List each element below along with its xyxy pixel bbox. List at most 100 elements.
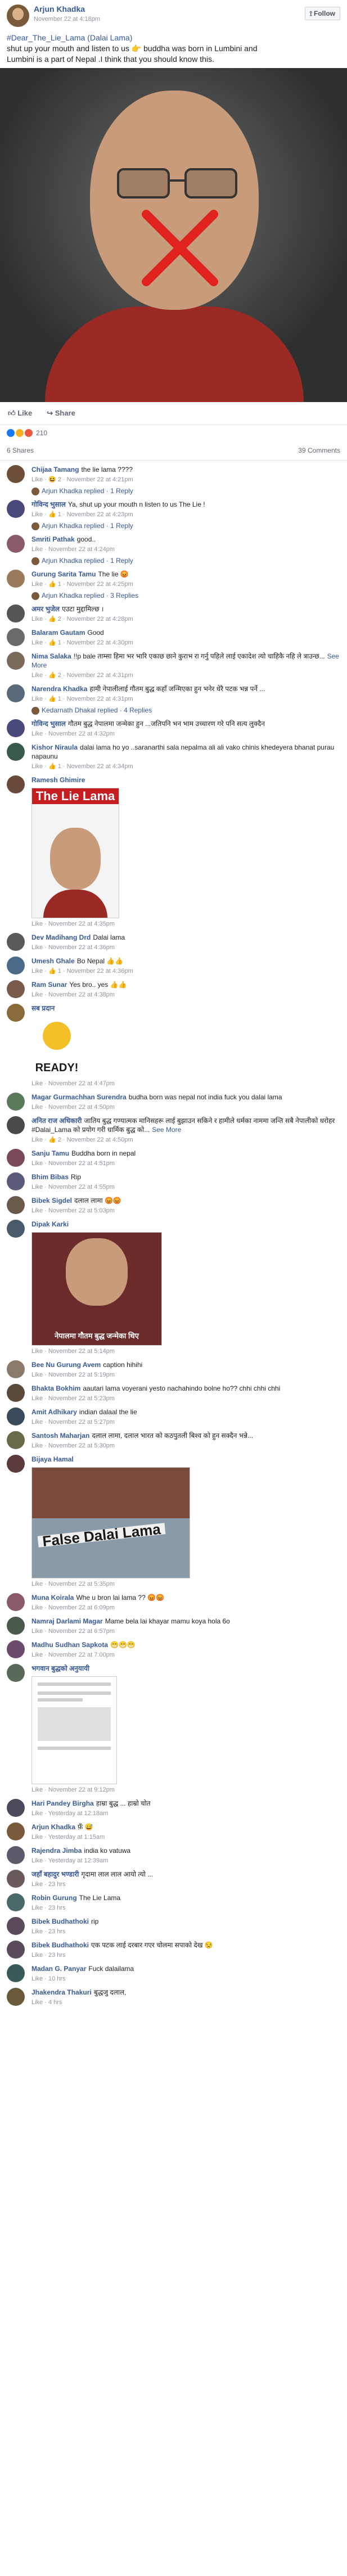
comment-meta[interactable]: Like · November 22 at 4:47pm <box>31 1079 340 1088</box>
commenter-avatar[interactable] <box>7 980 25 998</box>
comment-meta[interactable]: Like · 👍 1 · November 22 at 4:36pm <box>31 967 340 976</box>
commenter-avatar[interactable] <box>7 1988 25 2006</box>
comment-meta[interactable]: Like · Yesterday at 12:18am <box>31 1809 340 1818</box>
commenter-name[interactable]: अनित राज अधिकारी <box>31 1117 82 1125</box>
comments-count[interactable]: 39 Comments <box>298 446 340 454</box>
follow-button[interactable]: ⟟ Follow <box>304 7 340 20</box>
commenter-name[interactable]: Bhakta Bokhim <box>31 1384 80 1392</box>
commenter-name[interactable]: Arjun Khadka <box>31 1823 75 1831</box>
commenter-avatar[interactable] <box>7 1964 25 1982</box>
comment-meta[interactable]: Like · November 22 at 4:55pm <box>31 1183 340 1192</box>
commenter-avatar[interactable] <box>7 1870 25 1888</box>
comment-meta[interactable]: Like · Yesterday at 1:15am <box>31 1833 340 1842</box>
commenter-name[interactable]: Ram Sunar <box>31 981 67 989</box>
replies-link[interactable]: Arjun Khadka replied · 3 Replies <box>31 591 340 600</box>
replies-link[interactable]: Arjun Khadka replied · 1 Reply <box>31 556 340 565</box>
commenter-avatar[interactable] <box>7 604 25 622</box>
commenter-avatar[interactable] <box>7 1640 25 1658</box>
commenter-avatar[interactable] <box>7 1593 25 1611</box>
commenter-avatar[interactable] <box>7 1941 25 1959</box>
commenter-name[interactable]: अमर भुजेल <box>31 605 60 613</box>
commenter-avatar[interactable] <box>7 684 25 702</box>
replies-link[interactable]: Arjun Khadka replied · 1 Reply <box>31 521 340 530</box>
commenter-name[interactable]: Amit Adhikary <box>31 1408 77 1416</box>
replies-link[interactable]: Arjun Khadka replied · 1 Reply <box>31 486 340 495</box>
commenter-name[interactable]: Madan G. Panyar <box>31 1965 86 1973</box>
commenter-name[interactable]: Kishor Niraula <box>31 743 78 751</box>
commenter-name[interactable]: Hari Pandey Birgha <box>31 1799 94 1807</box>
commenter-name[interactable]: Madhu Sudhan Sapkota <box>31 1641 108 1649</box>
commenter-name[interactable]: Umesh Ghale <box>31 957 75 965</box>
comment-meta[interactable]: Like · 👍 1 · November 22 at 4:23pm <box>31 510 340 519</box>
commenter-avatar[interactable] <box>7 957 25 975</box>
commenter-name[interactable]: Rajendra Jimba <box>31 1847 82 1855</box>
commenter-name[interactable]: Muna Koirala <box>31 1594 74 1601</box>
commenter-name[interactable]: Namraj Darlami Magar <box>31 1617 103 1625</box>
commenter-avatar[interactable] <box>7 775 25 793</box>
comment-meta[interactable]: Like · 👍 1 · November 22 at 4:30pm <box>31 638 340 647</box>
commenter-name[interactable]: Magar Gurmachhan Surendra <box>31 1093 127 1101</box>
commenter-avatar[interactable] <box>7 535 25 553</box>
commenter-avatar[interactable] <box>7 1360 25 1378</box>
comment-meta[interactable]: Like · 👍 1 · November 22 at 4:25pm <box>31 580 340 589</box>
commenter-avatar[interactable] <box>7 719 25 737</box>
comment-meta[interactable]: Like · November 22 at 7:00pm <box>31 1650 340 1659</box>
commenter-name[interactable]: Nima Salaka <box>31 652 71 660</box>
commenter-name[interactable]: Jhakendra Thakuri <box>31 1988 92 1996</box>
commenter-name[interactable]: Bibek Budhathoki <box>31 1918 89 1925</box>
post-photo[interactable] <box>0 68 347 402</box>
commenter-avatar[interactable] <box>7 933 25 951</box>
commenter-name[interactable]: Bibek Budhathoki <box>31 1941 89 1949</box>
commenter-avatar[interactable] <box>7 1893 25 1911</box>
commenter-name[interactable]: जहाँ बहादुर भण्डारी <box>31 1870 79 1878</box>
commenter-avatar[interactable] <box>7 743 25 761</box>
comment-meta[interactable]: Like · 23 hrs <box>31 1880 340 1889</box>
commenter-avatar[interactable] <box>7 1004 25 1022</box>
commenter-name[interactable]: Santosh Maharjan <box>31 1432 89 1440</box>
comment-meta[interactable]: Like · 👍 2 · November 22 at 4:28pm <box>31 615 340 624</box>
comment-image-lie-lama[interactable]: The Lie Lama <box>31 788 119 918</box>
commenter-avatar[interactable] <box>7 1846 25 1864</box>
comment-image-dipak-meme[interactable]: नेपालमा गौतम बुद्ध जन्मेका थिए <box>31 1232 162 1346</box>
comment-meta[interactable]: Like · November 22 at 4:35pm <box>31 919 340 928</box>
comment-meta[interactable]: Like · November 22 at 5:35pm <box>31 1580 340 1589</box>
comment-meta[interactable]: Like · November 22 at 5:14pm <box>31 1347 340 1356</box>
comment-meta[interactable]: Like · November 22 at 4:51pm <box>31 1159 340 1168</box>
author-name[interactable]: Arjun Khadka <box>34 4 85 13</box>
comment-meta[interactable]: Like · 😆 2 · November 22 at 4:21pm <box>31 475 340 484</box>
commenter-avatar[interactable] <box>7 1172 25 1190</box>
comment-meta[interactable]: Like · 👍 1 · November 22 at 4:34pm <box>31 762 340 771</box>
comment-meta[interactable]: Like · 23 hrs <box>31 1951 340 1960</box>
commenter-name[interactable]: सब प्रदान <box>31 1004 55 1012</box>
commenter-name[interactable]: Smriti Pathak <box>31 535 75 543</box>
comment-meta[interactable]: Like · November 22 at 5:27pm <box>31 1418 340 1427</box>
comment-meta[interactable]: Like · 👍 2 · November 22 at 4:50pm <box>31 1135 340 1144</box>
commenter-avatar[interactable] <box>7 652 25 670</box>
commenter-avatar[interactable] <box>7 1149 25 1167</box>
commenter-avatar[interactable] <box>7 1196 25 1214</box>
commenter-name[interactable]: Chijaa Tamang <box>31 466 79 473</box>
comment-meta[interactable]: Like · 23 hrs <box>31 1927 340 1936</box>
commenter-avatar[interactable] <box>7 1799 25 1817</box>
comment-meta[interactable]: Like · November 22 at 5:23pm <box>31 1394 340 1403</box>
reaction-summary[interactable]: 210 <box>0 425 347 441</box>
comment-image-screenshot[interactable] <box>31 1676 117 1784</box>
commenter-name[interactable]: Bhim Bibas <box>31 1173 69 1181</box>
commenter-name[interactable]: Bijaya Hamal <box>31 1455 74 1463</box>
comment-meta[interactable]: Like · November 22 at 5:03pm <box>31 1206 340 1215</box>
commenter-name[interactable]: गोविन्द भुसाल <box>31 500 66 508</box>
comment-image-ready[interactable]: READY! <box>31 1016 82 1078</box>
comment-meta[interactable]: Like · 10 hrs <box>31 1974 340 1983</box>
replies-link[interactable]: Kedarnath Dhakal replied · 4 Replies <box>31 706 340 715</box>
commenter-name[interactable]: Bibek Sigdel <box>31 1197 72 1204</box>
comment-meta[interactable]: Like · November 22 at 4:24pm <box>31 545 340 554</box>
commenter-avatar[interactable] <box>7 570 25 588</box>
commenter-avatar[interactable] <box>7 1917 25 1935</box>
commenter-name[interactable]: भगवान बुद्धको अनुयायी <box>31 1664 89 1672</box>
post-time[interactable]: November 22 at 4:18pm <box>34 16 100 22</box>
comment-meta[interactable]: Like · 👍 1 · November 22 at 4:31pm <box>31 694 340 703</box>
commenter-avatar[interactable] <box>7 1664 25 1682</box>
commenter-name[interactable]: Bee Nu Gurung Avem <box>31 1361 101 1369</box>
commenter-name[interactable]: Balaram Gautam <box>31 629 85 637</box>
comment-meta[interactable]: Like · November 22 at 6:09pm <box>31 1603 340 1612</box>
